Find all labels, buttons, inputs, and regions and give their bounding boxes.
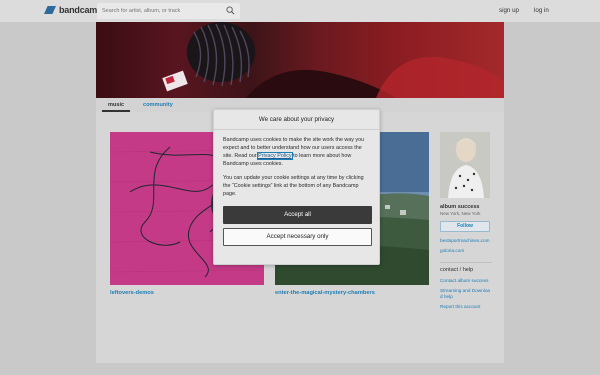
cookie-explanation: Bandcamp uses cookies to make the site w… (223, 136, 370, 168)
cookie-consent-dialog: We care about your privacy Bandcamp uses… (213, 109, 380, 265)
dialog-title: We care about your privacy (214, 110, 379, 130)
cookie-settings-note: You can update your cookie settings at a… (223, 175, 364, 197)
privacy-policy-link[interactable]: Privacy Policy (257, 152, 293, 160)
dialog-body: Bandcamp uses cookies to make the site w… (214, 130, 379, 246)
accept-all-button[interactable]: Accept all (223, 206, 372, 224)
accept-necessary-button[interactable]: Accept necessary only (223, 228, 372, 246)
